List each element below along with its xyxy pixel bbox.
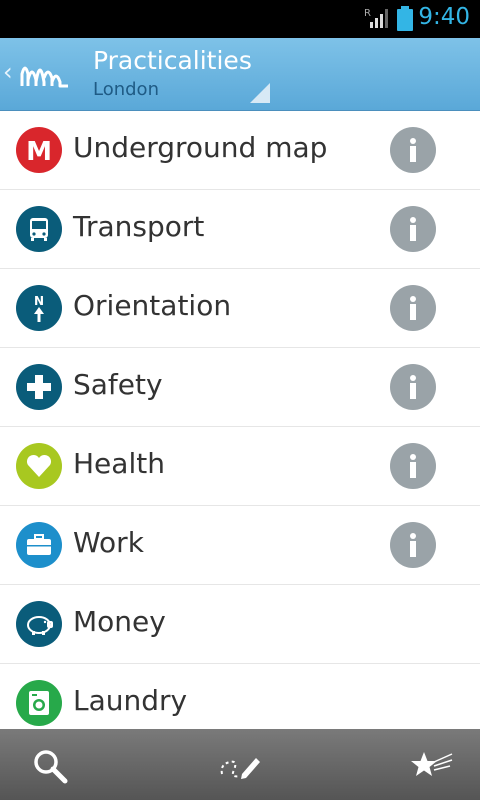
- page-title: Practicalities: [93, 46, 252, 75]
- list-item-transport[interactable]: Transport: [0, 190, 480, 269]
- info-icon[interactable]: [390, 206, 436, 252]
- list-item-label: Safety: [73, 368, 163, 401]
- bus-icon: [16, 206, 62, 252]
- metro-m-icon: M: [16, 127, 62, 173]
- search-icon[interactable]: [28, 744, 72, 788]
- heart-icon: [16, 443, 62, 489]
- cross-icon: [16, 364, 62, 410]
- action-bar: ‹ Practicalities London: [0, 38, 480, 111]
- list-item-label: Laundry: [73, 684, 188, 717]
- info-icon[interactable]: [390, 285, 436, 331]
- list-item-label: Health: [73, 447, 165, 480]
- list-item-laundry[interactable]: Laundry: [0, 664, 480, 729]
- signal-icon: R: [364, 6, 390, 34]
- info-icon[interactable]: [390, 443, 436, 489]
- list-item-work[interactable]: Work: [0, 506, 480, 585]
- battery-icon: [397, 6, 413, 36]
- list-item-label: Transport: [73, 210, 205, 243]
- list-item-label: Work: [73, 526, 144, 559]
- list-item-health[interactable]: Health: [0, 427, 480, 506]
- list-item-label: Orientation: [73, 289, 232, 322]
- favorites-stars-icon[interactable]: [410, 744, 454, 788]
- route-pen-icon[interactable]: [218, 744, 262, 788]
- svg-text:M: M: [26, 137, 52, 165]
- back-chevron-icon[interactable]: ‹: [3, 60, 13, 84]
- list-item-safety[interactable]: Safety: [0, 348, 480, 427]
- city-subtitle[interactable]: London: [93, 79, 159, 100]
- status-bar: R 9:40: [0, 0, 480, 38]
- status-clock: 9:40: [418, 4, 470, 30]
- piggy-bank-icon: [16, 601, 62, 647]
- list-item-orientation[interactable]: N Orientation: [0, 269, 480, 348]
- briefcase-icon: [16, 522, 62, 568]
- washing-machine-icon: [16, 680, 62, 726]
- practicalities-list: M Underground map Transport N Orientatio…: [0, 111, 480, 729]
- city-spinner-triangle-icon[interactable]: [250, 83, 270, 107]
- svg-text:N: N: [34, 294, 44, 308]
- compass-north-icon: N: [16, 285, 62, 331]
- info-icon[interactable]: [390, 127, 436, 173]
- list-item-label: Money: [73, 605, 166, 638]
- list-item-money[interactable]: Money: [0, 585, 480, 664]
- bottom-toolbar: [0, 729, 480, 800]
- list-item-underground-map[interactable]: M Underground map: [0, 111, 480, 190]
- list-item-label: Underground map: [73, 131, 328, 164]
- signal-roaming-label: R: [364, 8, 371, 19]
- info-icon[interactable]: [390, 364, 436, 410]
- app-logo-icon[interactable]: [20, 56, 70, 94]
- info-icon[interactable]: [390, 522, 436, 568]
